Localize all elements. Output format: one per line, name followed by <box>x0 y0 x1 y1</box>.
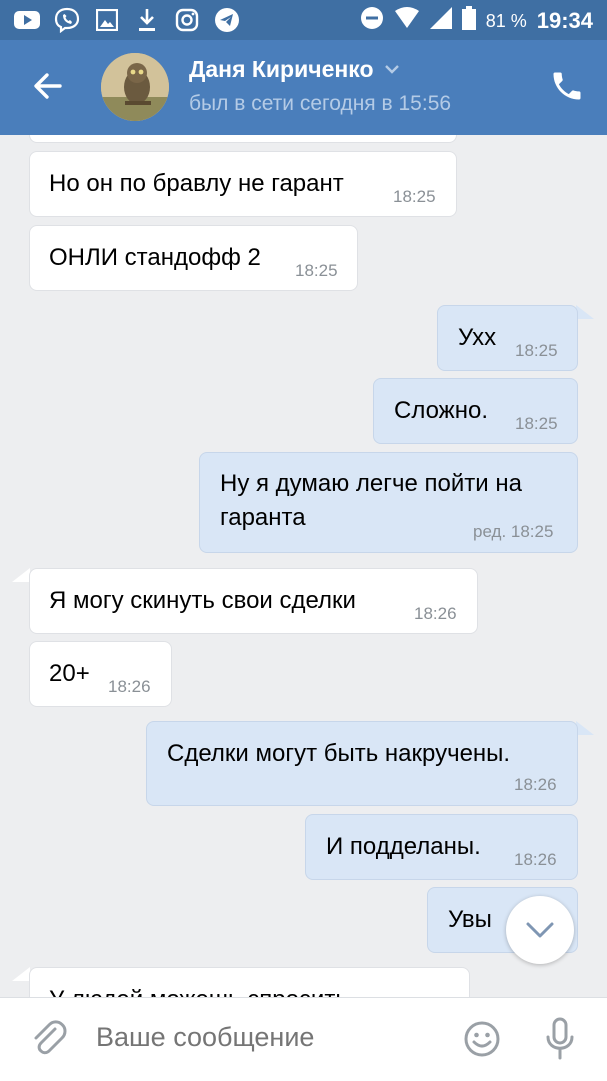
message-text: Но он по бравлу не гарант <box>49 170 344 197</box>
instagram-icon <box>174 7 200 33</box>
message-bubble: И подделаны. 18:26 <box>305 814 578 880</box>
message-text: 20+ <box>49 660 90 687</box>
message-time: 18:25 <box>515 341 558 360</box>
message-input[interactable] <box>96 1022 436 1053</box>
bubble-tail <box>576 721 594 735</box>
last-seen-status: был в сети сегодня в 15:56 <box>189 92 452 115</box>
message-text: Сложно. <box>394 397 489 424</box>
message-bubble: 20+ 18:26 <box>29 641 172 707</box>
back-arrow-icon[interactable] <box>30 68 66 104</box>
message-time: ред. 18:25 <box>473 522 554 541</box>
message-bubble: Но он по бравлу не гарант 18:25 <box>29 151 457 217</box>
message-time: 18:26 <box>414 604 457 623</box>
message-text: Ухх <box>458 324 497 351</box>
message-time: 18:25 <box>393 187 436 206</box>
microphone-icon[interactable] <box>541 1016 579 1062</box>
scroll-to-bottom-button[interactable] <box>506 896 574 964</box>
message-text: Сделки могут быть накручены. <box>167 740 511 767</box>
avatar[interactable] <box>101 53 169 121</box>
bubble-tail <box>12 568 30 582</box>
chat-header: Даня Кириченко был в сети сегодня в 15:5… <box>0 40 607 135</box>
message-text: У людей можешь спросить <box>49 983 348 997</box>
status-bar: 81 % 19:34 <box>0 0 607 40</box>
message-text: И подделаны. <box>326 833 481 860</box>
message-bubble: Ухх 18:25 <box>437 305 578 371</box>
contact-name-button[interactable]: Даня Кириченко <box>189 56 400 83</box>
battery-percent: 81 % <box>485 10 527 31</box>
message-time: 18:26 <box>108 677 151 696</box>
bubble-tail <box>576 305 594 319</box>
message-bubble: Я могу скинуть свои сделки 18:26 <box>29 568 478 634</box>
viber-icon <box>54 7 80 33</box>
message-time: 18:26 <box>514 775 557 794</box>
phone-icon[interactable] <box>549 68 585 104</box>
battery-icon <box>461 6 476 36</box>
download-icon <box>134 7 160 33</box>
chevron-down-icon <box>526 922 554 938</box>
message-text: Увы <box>448 906 492 933</box>
message-bubble: Ну я думаю легче пойти на гаранта ред. 1… <box>199 452 578 553</box>
message-bubble <box>29 135 457 143</box>
youtube-icon <box>14 7 40 33</box>
gallery-icon <box>94 7 120 33</box>
message-time: 18:26 <box>514 850 557 869</box>
clock: 19:34 <box>536 8 593 33</box>
message-bubble: Сделки могут быть накручены. 18:26 <box>146 721 578 806</box>
message-composer <box>0 997 607 1081</box>
message-text: ОНЛИ стандофф 2 <box>49 244 261 271</box>
message-bubble: ОНЛИ стандофф 2 18:25 <box>29 225 358 291</box>
do-not-disturb-icon <box>360 6 384 36</box>
paperclip-icon[interactable] <box>28 1018 68 1058</box>
message-time: 18:25 <box>515 414 558 433</box>
notification-icons <box>14 7 240 33</box>
contact-name: Даня Кириченко <box>189 56 374 82</box>
emoji-icon[interactable] <box>463 1020 501 1058</box>
message-text: Я могу скинуть свои сделки <box>49 587 356 614</box>
system-indicators: 81 % 19:34 <box>360 6 593 36</box>
message-time: 18:25 <box>295 261 338 280</box>
bubble-tail <box>12 967 30 981</box>
wifi-icon <box>394 7 420 35</box>
message-bubble: У людей можешь спросить <box>29 967 470 997</box>
message-list[interactable]: Но он по бравлу не гарант 18:25 ОНЛИ ста… <box>0 135 607 997</box>
signal-icon <box>429 7 452 35</box>
message-bubble: Сложно. 18:25 <box>373 378 578 444</box>
chevron-down-icon <box>384 61 400 79</box>
telegram-icon <box>214 7 240 33</box>
